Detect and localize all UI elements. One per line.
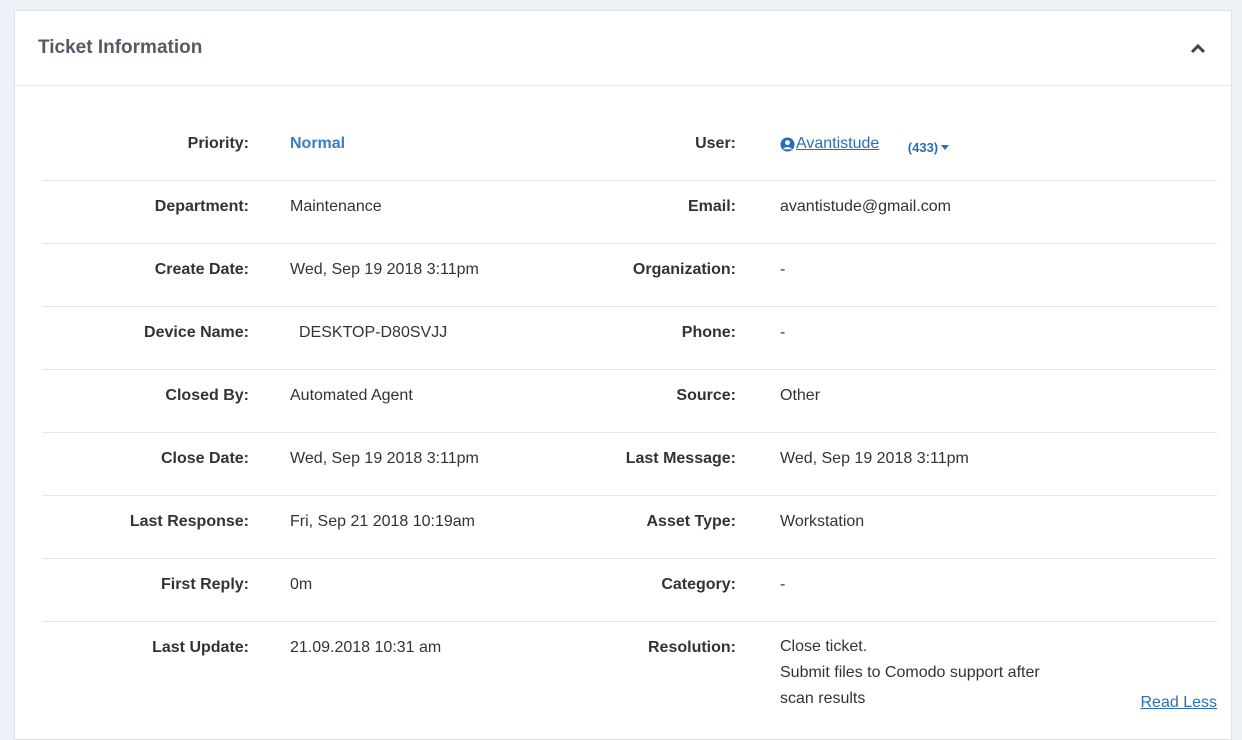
panel-title: Ticket Information <box>38 37 203 58</box>
create-date-label: Create Date: <box>154 261 249 278</box>
user-label: User: <box>695 135 736 152</box>
last-response-label: Last Response: <box>129 513 249 530</box>
resolution-value: Close ticket. Submit files to Comodo sup… <box>780 634 1040 712</box>
closed-by-label: Closed By: <box>165 387 249 404</box>
resolution-line: scan results <box>780 690 866 707</box>
detail-row-department: Department: Maintenance Email: avantistu… <box>42 181 1217 244</box>
ticket-details: Priority: Normal User: Avantistude (433) <box>42 118 1217 732</box>
resolution-label: Resolution: <box>648 639 736 656</box>
last-response-value: Fri, Sep 21 2018 10:19am <box>290 513 476 530</box>
asset-type-value: Workstation <box>780 513 865 530</box>
user-value: Avantistude (433) <box>780 135 950 157</box>
collapse-button[interactable] <box>1187 37 1209 59</box>
last-update-label: Last Update: <box>152 639 249 656</box>
first-reply-value: 0m <box>290 576 313 593</box>
phone-label: Phone: <box>681 324 736 341</box>
caret-down-icon <box>941 144 950 150</box>
last-message-value: Wed, Sep 19 2018 3:11pm <box>780 450 969 467</box>
category-value: - <box>780 576 786 593</box>
detail-row-close-date: Close Date: Wed, Sep 19 2018 3:11pm Last… <box>42 433 1217 496</box>
asset-type-label: Asset Type: <box>646 513 736 530</box>
close-date-label: Close Date: <box>160 450 249 467</box>
category-label: Category: <box>661 576 736 593</box>
organization-label: Organization: <box>632 261 736 278</box>
source-value: Other <box>780 387 821 404</box>
device-name-label: Device Name: <box>144 324 249 341</box>
last-message-label: Last Message: <box>625 450 736 467</box>
detail-row-last-response: Last Response: Fri, Sep 21 2018 10:19am … <box>42 496 1217 559</box>
priority-value: Normal <box>290 135 346 152</box>
source-label: Source: <box>676 387 736 404</box>
detail-row-first-reply: First Reply: 0m Category: - <box>42 559 1217 622</box>
close-date-value: Wed, Sep 19 2018 3:11pm <box>290 450 479 467</box>
resolution-line: Close ticket. <box>780 638 868 655</box>
detail-row-create-date: Create Date: Wed, Sep 19 2018 3:11pm Org… <box>42 244 1217 307</box>
priority-label: Priority: <box>187 135 249 152</box>
chevron-up-icon <box>1190 43 1206 53</box>
last-update-value: 21.09.2018 10:31 am <box>290 639 442 656</box>
department-value: Maintenance <box>290 198 382 215</box>
user-circle-icon <box>780 136 795 152</box>
organization-value: - <box>780 261 786 278</box>
detail-row-last-update: Last Update: 21.09.2018 10:31 am Resolut… <box>42 622 1217 732</box>
detail-row-priority: Priority: Normal User: Avantistude (433) <box>42 118 1217 181</box>
email-label: Email: <box>687 198 736 215</box>
detail-row-device-name: Device Name: DESKTOP-D80SVJJ Phone: - <box>42 307 1217 370</box>
resolution-line: Submit files to Comodo support after <box>780 664 1040 681</box>
department-label: Department: <box>154 198 249 215</box>
closed-by-value: Automated Agent <box>290 387 413 404</box>
ticket-count: (433) <box>907 139 939 155</box>
ticket-count-dropdown[interactable]: (433) <box>907 139 950 155</box>
device-name-value: DESKTOP-D80SVJJ <box>299 324 448 341</box>
panel-header: Ticket Information <box>15 11 1231 86</box>
detail-row-closed-by: Closed By: Automated Agent Source: Other <box>42 370 1217 433</box>
first-reply-label: First Reply: <box>160 576 249 593</box>
user-link[interactable]: Avantistude <box>780 135 879 153</box>
phone-value: - <box>780 324 786 341</box>
ticket-information-panel: Ticket Information Priority: Normal User… <box>14 10 1232 740</box>
create-date-value: Wed, Sep 19 2018 3:11pm <box>290 261 479 278</box>
read-less-link[interactable]: Read Less <box>1141 694 1218 712</box>
user-name: Avantistude <box>796 135 880 152</box>
email-value: avantistude@gmail.com <box>780 198 951 215</box>
